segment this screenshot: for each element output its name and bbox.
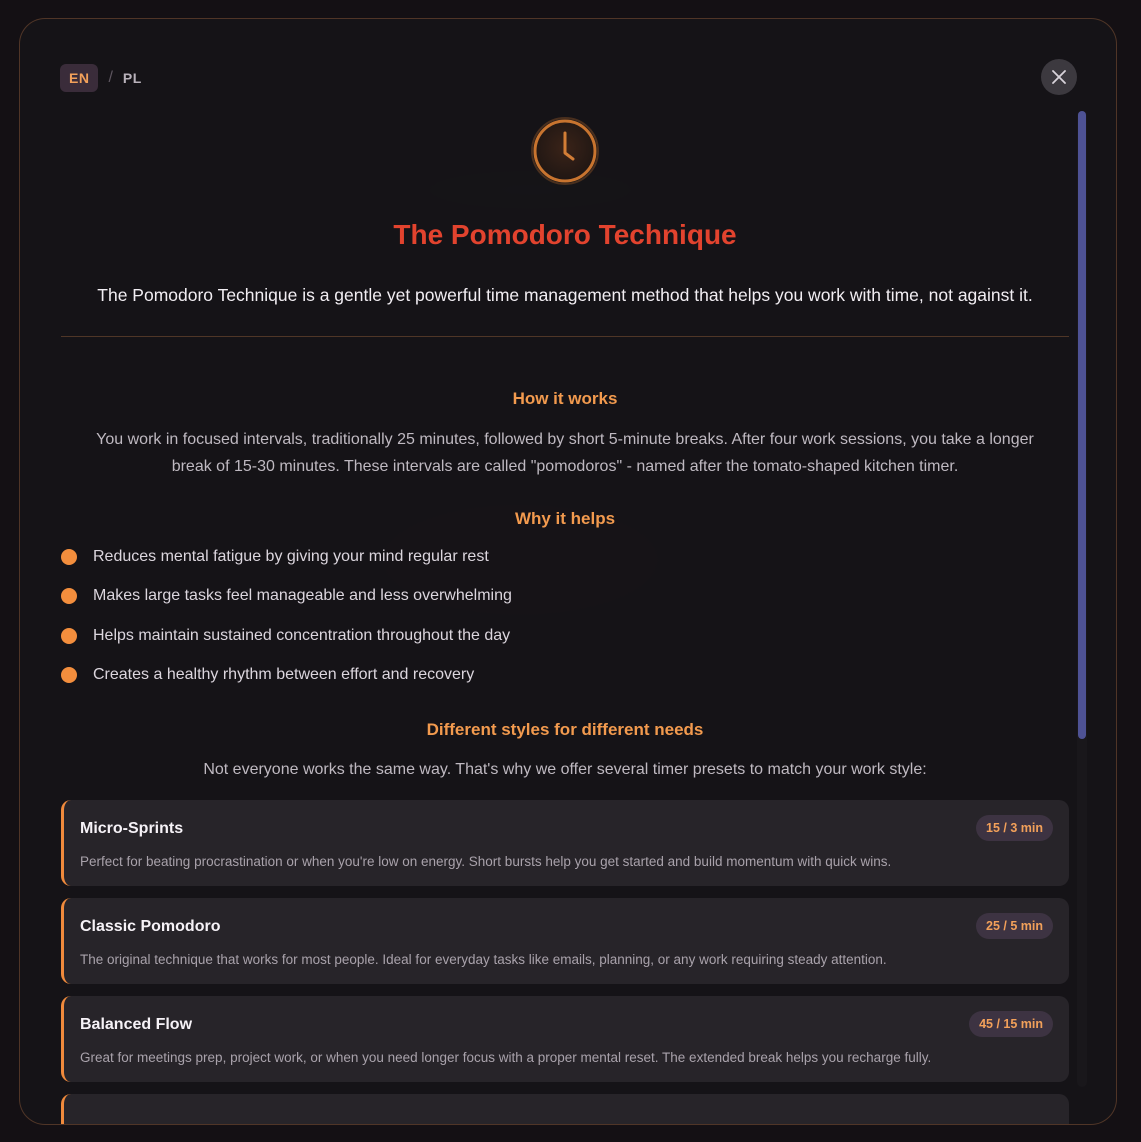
clock-icon [531,117,599,185]
divider [61,336,1069,337]
info-modal: EN / PL The Pomodoro Technique The Pomod… [19,18,1117,1125]
preset-duration-badge: 25 / 5 min [976,913,1053,939]
how-it-works-line-2: break of 15-30 minutes. These intervals … [171,458,959,475]
preset-card-classic-pomodoro[interactable]: Classic Pomodoro 25 / 5 min The original… [61,898,1069,984]
preset-card-partial[interactable] [61,1094,1069,1124]
why-it-helps-heading: Why it helps [514,509,616,528]
bullet-dot-icon [61,628,77,644]
language-en-button[interactable]: EN [60,64,99,92]
preset-duration-badge: 15 / 3 min [976,815,1053,841]
scrollbar-track[interactable] [1077,111,1087,1087]
bullet-dot-icon [61,588,77,604]
preset-duration-badge: 45 / 15 min [969,1011,1053,1037]
language-pl-button[interactable]: PL [123,70,142,86]
language-separator: / [108,69,113,86]
bullet-dot-icon [61,549,77,565]
preset-description: Great for meetings prep, project work, o… [80,1050,932,1065]
list-item-text: Helps maintain sustained concentration t… [93,627,511,644]
list-item-text: Creates a healthy rhythm between effort … [93,666,475,683]
preset-card-micro-sprints[interactable]: Micro-Sprints 15 / 3 min Perfect for bea… [61,800,1069,886]
list-item: Makes large tasks feel manageable and le… [61,587,512,605]
preset-name: Micro-Sprints [80,820,184,837]
modal-title: The Pomodoro Technique [393,219,737,250]
list-item-text: Makes large tasks feel manageable and le… [93,587,512,604]
bullet-dot-icon [61,667,77,683]
styles-intro: Not everyone works the same way. That's … [203,761,927,778]
list-item: Helps maintain sustained concentration t… [61,627,510,645]
modal-intro: The Pomodoro Technique is a gentle yet p… [97,285,1033,305]
how-it-works-heading: How it works [512,389,618,408]
preset-name: Classic Pomodoro [80,918,221,935]
preset-description: Perfect for beating procrastination or w… [80,854,892,869]
preset-description: The original technique that works for mo… [80,952,887,967]
list-item-text: Reduces mental fatigue by giving your mi… [93,548,489,565]
list-item: Reduces mental fatigue by giving your mi… [61,548,489,566]
close-button[interactable] [1041,59,1077,95]
language-switcher: EN / PL [60,64,142,92]
close-icon [1052,70,1066,84]
list-item: Creates a healthy rhythm between effort … [61,666,474,684]
how-it-works-line-1: You work in focused intervals, tradition… [96,431,1034,448]
scrollbar-thumb[interactable] [1078,111,1086,739]
preset-name: Balanced Flow [80,1016,193,1033]
preset-card-balanced-flow[interactable]: Balanced Flow 45 / 15 min Great for meet… [61,996,1069,1082]
styles-heading: Different styles for different needs [426,720,704,739]
